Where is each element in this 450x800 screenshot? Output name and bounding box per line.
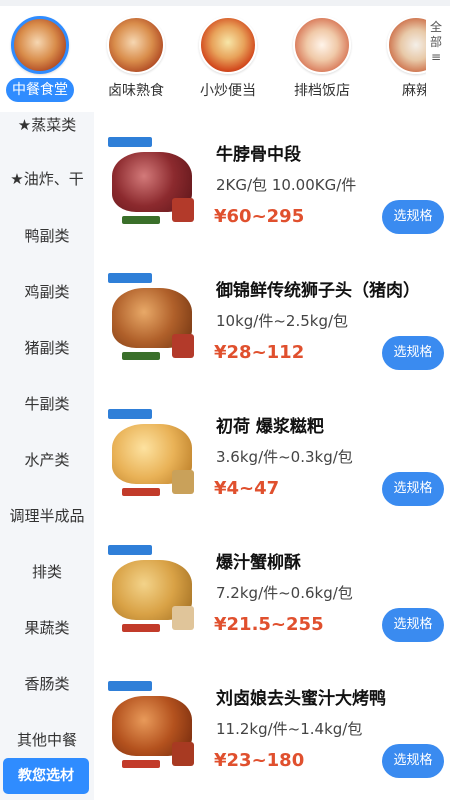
sidebar-item-chicken[interactable]: 鸡副类 — [0, 281, 94, 302]
product-title[interactable]: 刘卤娘去头蜜汁大烤鸭 — [216, 684, 386, 709]
category-chinese-canteen[interactable]: 中餐食堂 — [2, 14, 78, 104]
category-scroller[interactable]: 中餐食堂 卤味熟食 小炒便当 排档饭店 麻辣 — [0, 14, 426, 106]
product-spec: 7.2kg/件~0.6kg/包 — [216, 584, 353, 602]
select-spec-button[interactable]: 选规格 — [382, 472, 444, 506]
product-tag — [122, 760, 160, 768]
sidebar-item-semi-finished[interactable]: 调理半成品 — [0, 505, 94, 526]
product-image[interactable] — [104, 542, 200, 638]
product-image[interactable] — [104, 678, 200, 774]
brand-badge — [108, 681, 152, 691]
product-price: ¥21.5~255 — [214, 614, 324, 635]
all-categories-button[interactable]: 全部 ≡ — [426, 20, 446, 65]
package-photo — [172, 742, 194, 766]
product-spec: 10kg/件~2.5kg/包 — [216, 312, 349, 330]
product-price: ¥4~47 — [214, 478, 280, 499]
product-title[interactable]: 御锦鲜传统狮子头（猪肉） — [216, 276, 420, 301]
category-image — [107, 16, 165, 74]
product-title[interactable]: 牛脖骨中段 — [216, 140, 301, 165]
list-item[interactable]: 刘卤娘去头蜜汁大烤鸭 11.2kg/件~1.4kg/包 ¥23~180 选规格 — [94, 666, 450, 800]
menu-icon: ≡ — [430, 50, 442, 64]
sidebar-item-seafood[interactable]: 水产类 — [0, 449, 94, 470]
product-image[interactable] — [104, 270, 200, 366]
category-label: 麻辣 — [402, 83, 426, 99]
package-photo — [172, 606, 194, 630]
product-spec: 11.2kg/件~1.4kg/包 — [216, 720, 363, 738]
list-item[interactable]: 御锦鲜传统狮子头（猪肉） 10kg/件~2.5kg/包 ¥28~112 选规格 — [94, 258, 450, 392]
product-image[interactable] — [104, 134, 200, 230]
brand-badge — [108, 545, 152, 555]
list-item[interactable]: 初荷 爆浆糍粑 3.6kg/件~0.3kg/包 ¥4~47 选规格 — [94, 394, 450, 528]
category-label: 排档饭店 — [294, 83, 350, 99]
sidebar-item-beef[interactable]: 牛副类 — [0, 393, 94, 414]
product-price: ¥60~295 — [214, 206, 305, 227]
select-spec-button[interactable]: 选规格 — [382, 608, 444, 642]
list-item[interactable]: 爆汁蟹柳酥 7.2kg/件~0.6kg/包 ¥21.5~255 选规格 — [94, 530, 450, 664]
brand-badge — [108, 137, 152, 147]
product-tag — [122, 624, 160, 632]
category-braised-food[interactable]: 卤味熟食 — [98, 14, 174, 104]
product-title[interactable]: 爆汁蟹柳酥 — [216, 548, 301, 573]
product-price: ¥28~112 — [214, 342, 305, 363]
sidebar-item-duck[interactable]: 鸭副类 — [0, 225, 94, 246]
product-spec: 2KG/包 10.00KG/件 — [216, 176, 357, 194]
sidebar-item-produce[interactable]: 果蔬类 — [0, 617, 94, 638]
category-restaurant[interactable]: 排档饭店 — [284, 14, 360, 104]
category-spicy[interactable]: 麻辣 — [378, 14, 426, 104]
brand-badge — [108, 409, 152, 419]
product-price: ¥23~180 — [214, 750, 305, 771]
category-label: 小炒便当 — [200, 83, 256, 99]
brand-badge — [108, 273, 152, 283]
sidebar-item-other[interactable]: 其他中餐 — [0, 729, 94, 750]
product-tag — [122, 216, 160, 224]
product-list[interactable]: 牛脖骨中段 2KG/包 10.00KG/件 ¥60~295 选规格 御锦鲜传统狮… — [94, 112, 450, 800]
list-item[interactable]: 牛脖骨中段 2KG/包 10.00KG/件 ¥60~295 选规格 — [94, 122, 450, 256]
sidebar-item-pork[interactable]: 猪副类 — [0, 337, 94, 358]
sidebar-item-fried[interactable]: ★油炸、干 — [0, 168, 94, 189]
category-stir-fry-bento[interactable]: 小炒便当 — [190, 14, 266, 104]
top-divider — [0, 0, 450, 6]
category-image — [387, 16, 426, 74]
product-title[interactable]: 初荷 爆浆糍粑 — [216, 412, 324, 437]
category-image — [199, 16, 257, 74]
category-bar: 中餐食堂 卤味熟食 小炒便当 排档饭店 麻辣 全部 ≡ — [0, 0, 450, 112]
package-photo — [172, 334, 194, 358]
select-spec-button[interactable]: 选规格 — [382, 200, 444, 234]
sidebar-item-cutlets[interactable]: 排类 — [0, 561, 94, 582]
sidebar: ★蒸菜类 ★油炸、干 鸭副类 鸡副类 猪副类 牛副类 水产类 调理半成品 排类 … — [0, 112, 94, 800]
select-spec-button[interactable]: 选规格 — [382, 336, 444, 370]
select-spec-button[interactable]: 选规格 — [382, 744, 444, 778]
product-tag — [122, 488, 160, 496]
category-image — [293, 16, 351, 74]
category-label: 卤味熟食 — [108, 83, 164, 99]
product-spec: 3.6kg/件~0.3kg/包 — [216, 448, 353, 466]
product-tag — [122, 352, 160, 360]
package-photo — [172, 198, 194, 222]
all-categories-label: 全部 — [429, 20, 442, 49]
product-image[interactable] — [104, 406, 200, 502]
sidebar-item-steamed[interactable]: ★蒸菜类 — [0, 114, 94, 135]
selection-guide-button[interactable]: 教您选材 — [3, 758, 89, 794]
category-image — [11, 16, 69, 74]
package-photo — [172, 470, 194, 494]
sidebar-item-sausage[interactable]: 香肠类 — [0, 673, 94, 694]
category-label: 中餐食堂 — [6, 78, 74, 102]
